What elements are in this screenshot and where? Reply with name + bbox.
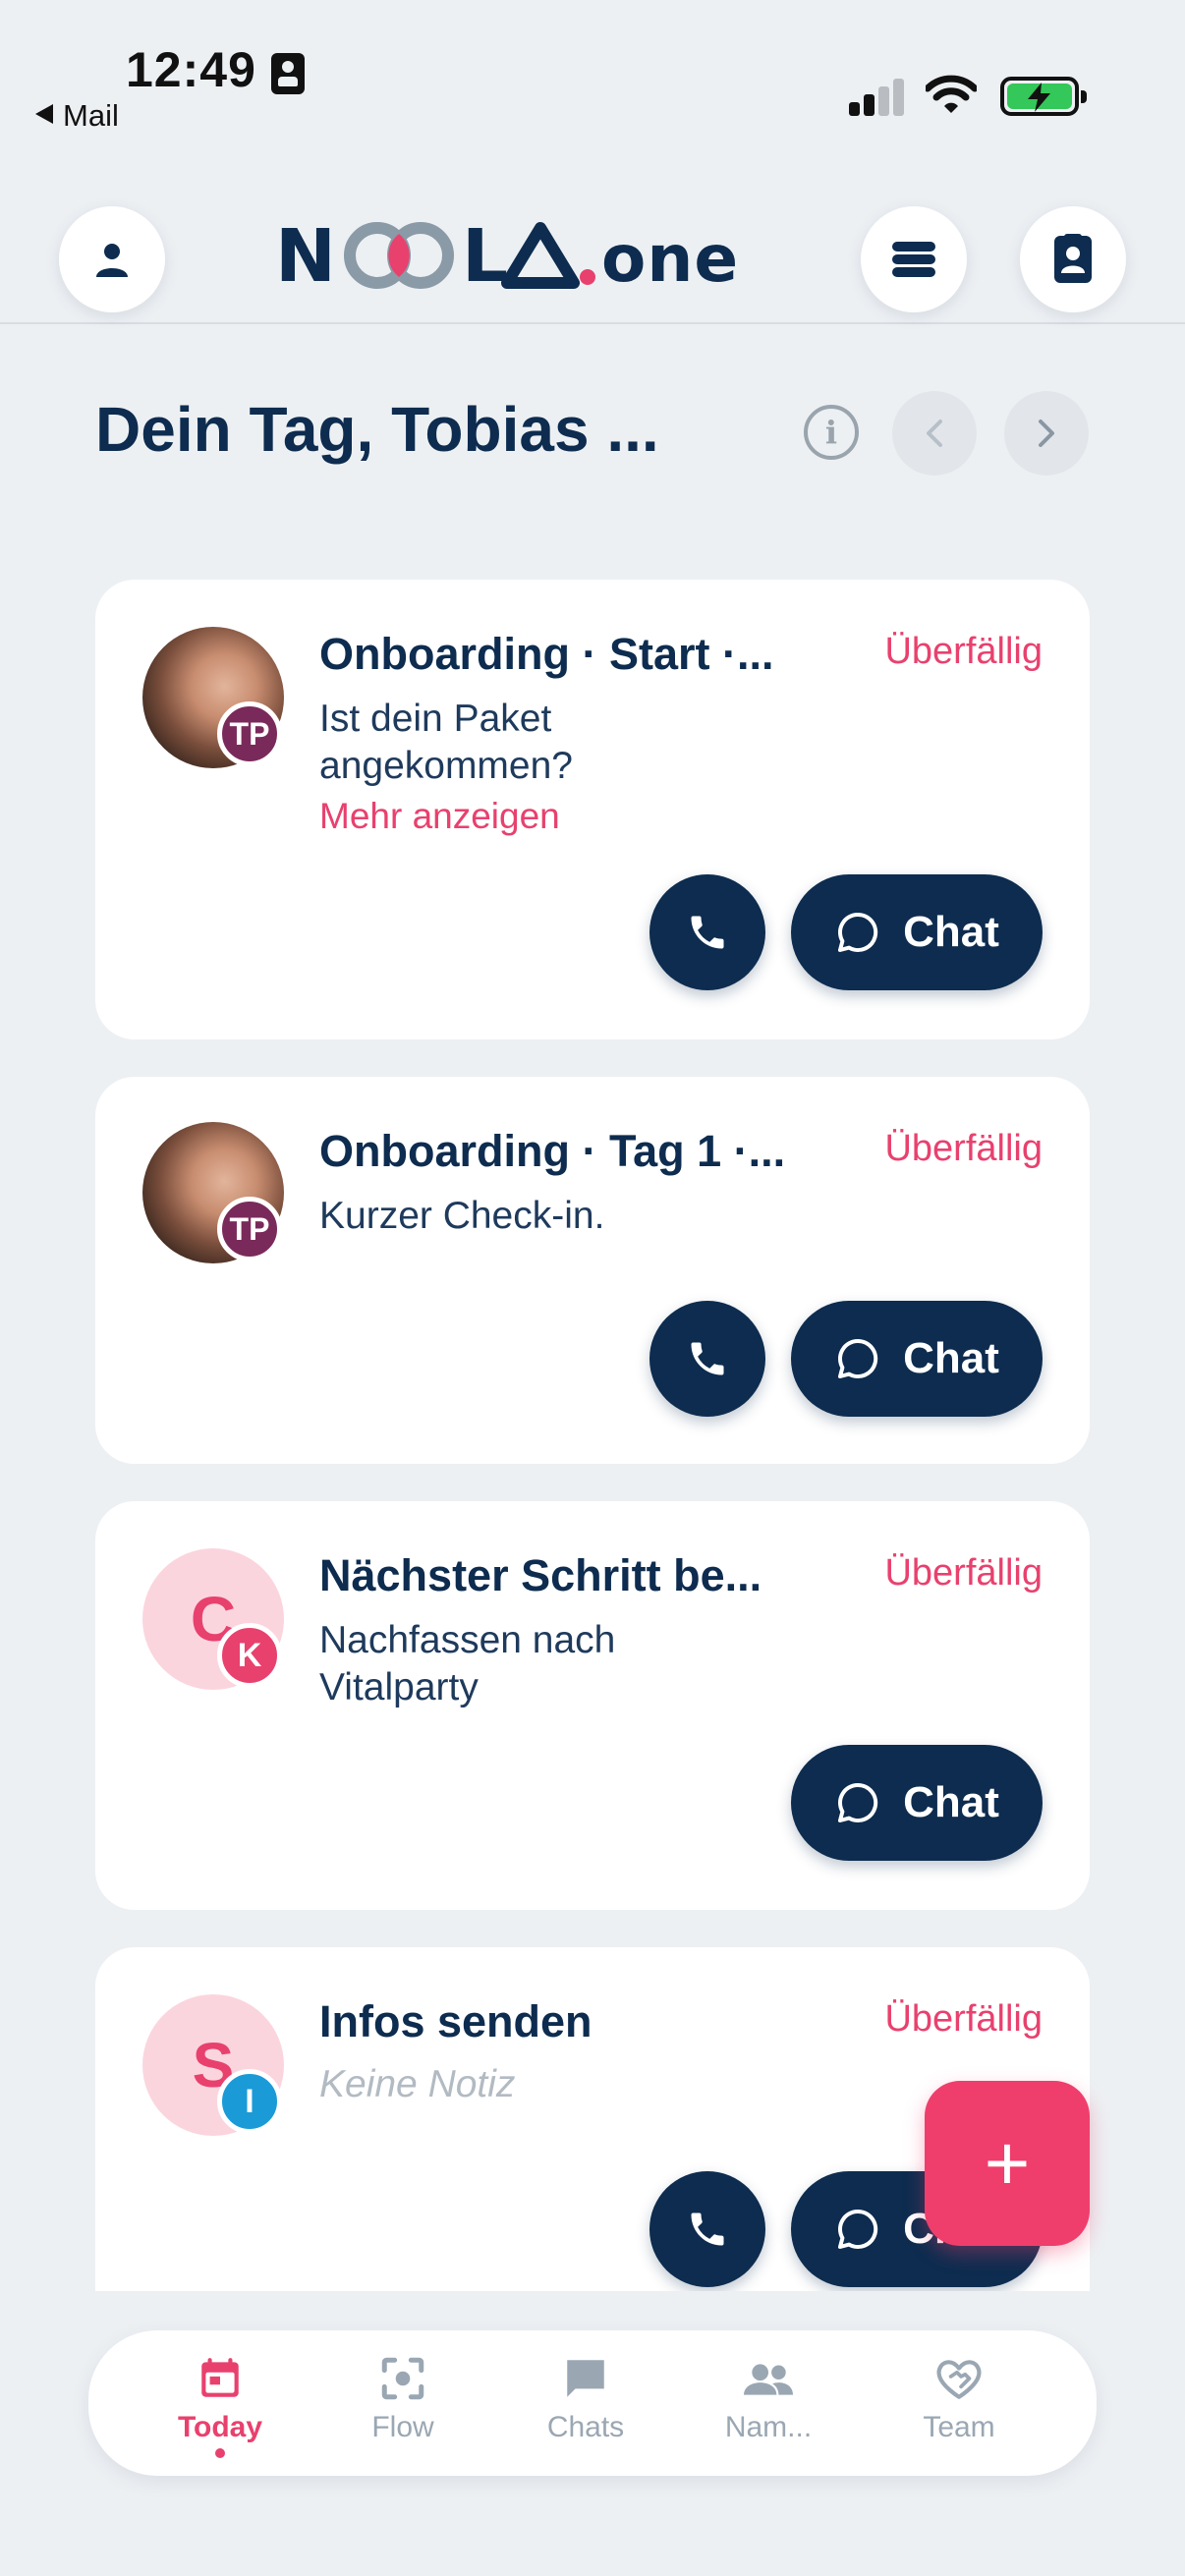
contacts-button[interactable]	[1020, 206, 1126, 312]
plus-icon: +	[984, 2119, 1031, 2207]
page-title: Dein Tag, Tobias ...	[95, 394, 659, 465]
tab-label: Flow	[371, 2411, 434, 2443]
chat-button-label: Chat	[903, 1778, 999, 1826]
contact-initials-badge: K	[217, 1623, 282, 1688]
tab-label: Team	[923, 2411, 995, 2443]
bottom-tab-bar: Today Flow Chats Nam... Team	[88, 2330, 1097, 2476]
task-card[interactable]: TP Onboarding · Tag 1 ·... Überfällig Ku…	[95, 1077, 1090, 1464]
previous-day-button[interactable]	[892, 391, 977, 476]
task-title: Onboarding · Tag 1 ·...	[319, 1126, 786, 1176]
info-icon: i	[824, 414, 838, 451]
call-button[interactable]	[649, 874, 765, 990]
wifi-icon	[926, 75, 977, 113]
contact-card-icon	[1054, 234, 1092, 283]
task-title: Infos senden	[319, 1996, 592, 2046]
back-label: Mail	[63, 98, 119, 133]
info-button[interactable]: i	[804, 405, 859, 460]
chevron-right-icon	[1039, 420, 1054, 447]
heart-handshake-icon	[936, 2360, 982, 2399]
people-icon	[744, 2364, 793, 2395]
task-title: Nächster Schritt be...	[319, 1550, 762, 1600]
noola-logo: N L one	[275, 214, 739, 299]
call-button[interactable]	[649, 2171, 765, 2287]
battery-charging-icon	[1000, 77, 1087, 116]
chat-button[interactable]: Chat	[791, 1301, 1043, 1417]
chat-button[interactable]: Chat	[791, 874, 1043, 990]
svg-text:one: one	[601, 221, 739, 295]
contact-initials-badge: I	[217, 2069, 282, 2134]
phone-icon	[691, 1342, 724, 1375]
app-logo: N L one	[275, 214, 747, 299]
chat-button[interactable]: Chat	[791, 1745, 1043, 1861]
back-to-mail-link[interactable]: Mail	[35, 98, 119, 134]
svg-text:N: N	[275, 216, 337, 295]
chat-bubble-outline-icon	[838, 1338, 878, 1378]
call-button[interactable]	[649, 1301, 765, 1417]
screen: 12:49 Mail N L one Dein Tag, Tobias ... …	[0, 0, 1185, 2576]
task-note: Nachfassen nach Vitalparty	[319, 1619, 616, 1708]
status-time: 12:49	[126, 42, 256, 97]
tab-today[interactable]: Today	[132, 2330, 309, 2476]
contact-initials-badge: TP	[217, 1197, 282, 1261]
cellular-signal-icon	[849, 77, 908, 116]
phone-icon	[691, 2212, 724, 2246]
task-card[interactable]: TP Onboarding · Start ·... Überfällig Is…	[95, 580, 1090, 1039]
next-day-button[interactable]	[1004, 391, 1089, 476]
chat-bubble-icon	[567, 2360, 604, 2397]
chat-bubble-outline-icon	[838, 1782, 878, 1822]
task-card[interactable]: C K Nächster Schritt be... Überfällig Na…	[95, 1501, 1090, 1910]
show-more-link[interactable]: Mehr anzeigen	[319, 796, 560, 837]
chat-button-label: Chat	[903, 908, 999, 956]
back-arrow-icon	[35, 104, 53, 124]
tab-label: Today	[177, 2411, 263, 2443]
profile-button[interactable]	[59, 206, 165, 312]
overdue-status: Überfällig	[884, 1998, 1043, 2040]
overdue-status: Überfällig	[884, 631, 1043, 672]
tab-label: Nam...	[724, 2411, 813, 2443]
tab-names[interactable]: Nam...	[680, 2330, 857, 2476]
tab-chats[interactable]: Chats	[497, 2330, 674, 2476]
active-indicator	[215, 2448, 225, 2458]
person-icon	[96, 244, 128, 277]
chevron-left-icon	[927, 420, 942, 447]
overdue-status: Überfällig	[884, 1128, 1043, 1169]
add-task-button[interactable]: +	[925, 2081, 1090, 2246]
contact-initials-badge: TP	[217, 701, 282, 766]
chat-button-label: Chat	[903, 1334, 999, 1382]
phone-icon	[691, 916, 724, 949]
list-view-button[interactable]	[861, 206, 967, 312]
task-title: Onboarding · Start ·...	[319, 629, 774, 679]
chat-bubble-outline-icon	[838, 912, 878, 952]
task-note: Ist dein Paket angekommen?	[319, 698, 573, 787]
focus-icon	[381, 2357, 424, 2400]
tab-team[interactable]: Team	[871, 2330, 1047, 2476]
calendar-icon	[201, 2358, 239, 2397]
task-note: Keine Notiz	[319, 2063, 516, 2105]
tab-flow[interactable]: Flow	[314, 2330, 491, 2476]
id-card-icon	[271, 53, 305, 94]
tab-label: Chats	[546, 2411, 625, 2443]
stack-icon	[892, 242, 935, 277]
task-note: Kurzer Check-in.	[319, 1195, 605, 1237]
chat-bubble-outline-icon	[838, 2209, 878, 2249]
overdue-status: Überfällig	[884, 1552, 1043, 1594]
